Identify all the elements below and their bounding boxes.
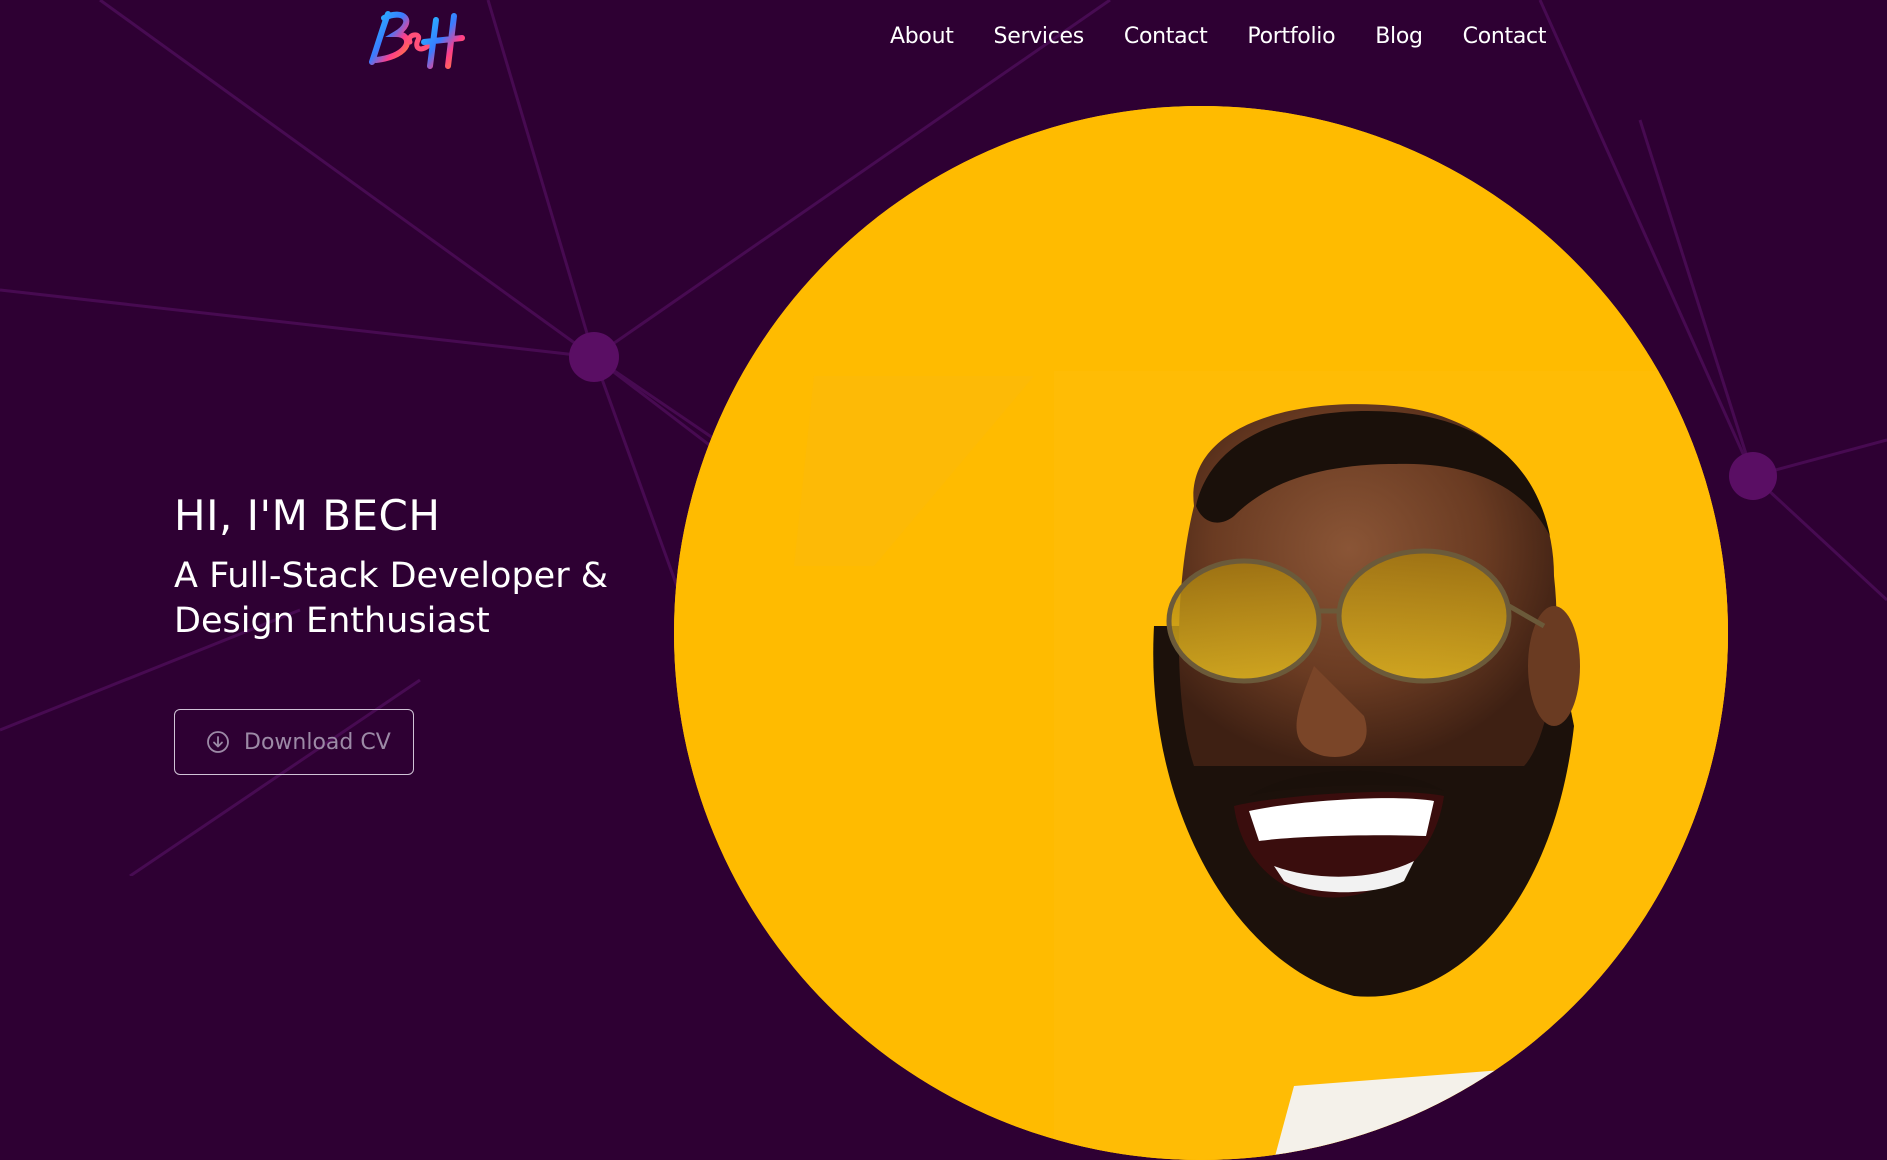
nav-item-portfolio[interactable]: Portfolio	[1227, 22, 1355, 52]
main-nav: About Services Contact Portfolio Blog Co…	[870, 22, 1566, 52]
hero-greeting: HI, I'M BECH	[174, 491, 441, 540]
brand-logo[interactable]	[358, 4, 468, 72]
nav-item-contact-2[interactable]: Contact	[1443, 22, 1567, 52]
download-cv-button[interactable]: Download CV	[174, 709, 414, 775]
download-circle-icon	[207, 731, 229, 753]
nav-item-blog[interactable]: Blog	[1355, 22, 1442, 52]
download-cv-label: Download CV	[244, 729, 391, 755]
nav-item-contact[interactable]: Contact	[1104, 22, 1228, 52]
hero-text-block: HI, I'M BECH A Full-Stack Developer & De…	[174, 488, 644, 644]
hero-tagline: A Full-Stack Developer & Design Enthusia…	[174, 556, 608, 641]
hero-portrait-photo	[674, 106, 1728, 1160]
nav-item-services[interactable]: Services	[974, 22, 1104, 52]
nav-item-about[interactable]: About	[870, 22, 974, 52]
